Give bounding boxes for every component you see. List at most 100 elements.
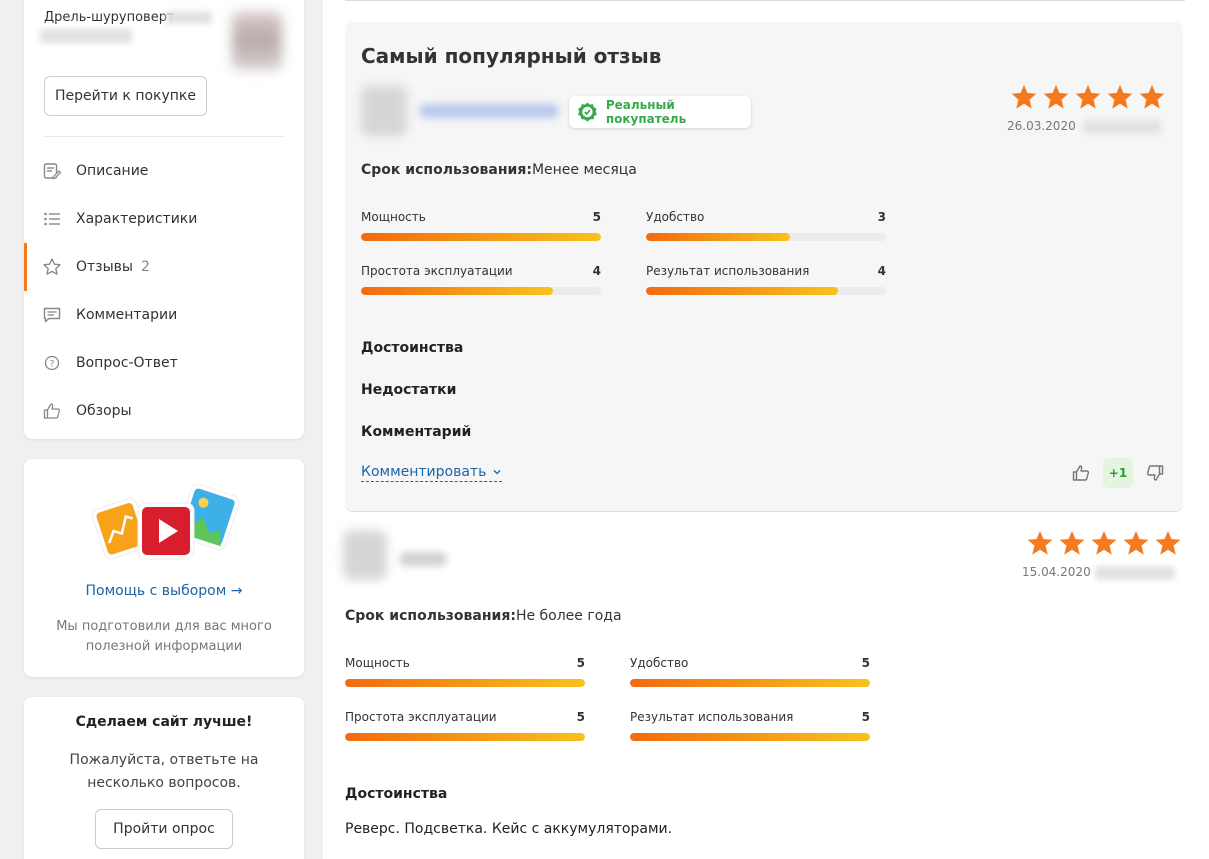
metric-bar-fill [345, 733, 585, 741]
popular-review-title: Самый популярный отзыв [361, 44, 662, 68]
nav-label: Отзывы [76, 259, 133, 275]
metric-label: Простота эксплуатации [345, 710, 497, 724]
comment-icon [42, 305, 62, 325]
product-nav-card: Дрель-шуруповерт Перейти к покупке Описа… [24, 0, 304, 439]
comment-link-label: Комментировать [361, 464, 487, 480]
help-description: Мы подготовили для вас много полезной ин… [56, 619, 272, 654]
survey-card: Сделаем сайт лучше! Пожалуйста, ответьте… [24, 697, 304, 859]
rating-stars [1010, 84, 1166, 110]
pros-title: Достоинства [345, 786, 448, 802]
metric-bar-fill [361, 287, 553, 295]
star-icon [1027, 530, 1053, 555]
usage-value: Не более года [515, 608, 622, 624]
nav-item-specs[interactable]: Характеристики [24, 195, 304, 243]
metric-label: Мощность [361, 210, 426, 224]
pros-title: Достоинства [361, 340, 464, 356]
star-icon [1043, 84, 1069, 109]
product-thumbnail [232, 12, 282, 70]
vote-controls: +1 [1069, 458, 1167, 488]
help-link[interactable]: Помощь с выбором → [24, 583, 304, 599]
rating-stars [1026, 530, 1182, 556]
review-date: 15.04.2020 [1022, 565, 1091, 579]
star-icon [1123, 530, 1149, 555]
product-model-blurred [40, 29, 132, 43]
take-survey-button[interactable]: Пройти опрос [95, 809, 233, 849]
nav-item-overviews[interactable]: Обзоры [24, 387, 304, 435]
metric-label: Результат использования [646, 264, 810, 278]
popular-review-card: Самый популярный отзыв Реальный покупате… [345, 22, 1183, 512]
product-name: Дрель-шуруповерт [44, 10, 175, 25]
svg-text:?: ? [50, 359, 55, 369]
metric-bar [646, 233, 886, 241]
list-icon [42, 209, 62, 229]
reviews-count: 2 [140, 259, 150, 275]
metric-value: 5 [861, 710, 870, 724]
thumb-down-icon[interactable] [1143, 461, 1167, 485]
avatar [361, 86, 407, 136]
metric-label: Удобство [630, 656, 689, 670]
usage-label: Срок использования: [345, 608, 516, 624]
help-card: Помощь с выбором → Мы подготовили для ва… [24, 459, 304, 677]
metric-value: 3 [877, 210, 886, 224]
metric-bar-fill [646, 233, 790, 241]
city-blurred [1095, 566, 1175, 580]
cons-title: Недостатки [361, 382, 457, 398]
thumb-up-icon [42, 401, 62, 421]
product-name-blurred [166, 11, 212, 24]
author-name-blurred [419, 104, 559, 118]
metric-bar-fill [345, 679, 585, 687]
nav-label: Обзоры [76, 403, 132, 419]
metric-bar-fill [646, 287, 838, 295]
metric-value: 5 [592, 210, 601, 224]
metric-label: Мощность [345, 656, 410, 670]
metric-bar [361, 287, 601, 295]
usage-period: Срок использования:Менее месяца [361, 162, 637, 178]
nav-item-reviews[interactable]: Отзывы 2 [24, 243, 304, 291]
metric-value: 5 [576, 656, 585, 670]
review-date: 26.03.2020 [1007, 119, 1076, 133]
metric-bar [630, 733, 870, 741]
comment-title: Комментарий [361, 424, 472, 440]
author-name-blurred [399, 552, 447, 566]
star-outline-icon [42, 257, 62, 277]
metric-bar [345, 733, 585, 741]
metric-bar [345, 679, 585, 687]
thumb-up-icon[interactable] [1069, 461, 1093, 485]
verified-buyer-badge: Реальный покупатель [569, 96, 751, 128]
metric-value: 4 [877, 264, 886, 278]
metric-label: Результат использования [630, 710, 794, 724]
reviews-panel: Самый популярный отзыв Реальный покупате… [323, 0, 1209, 859]
survey-title: Сделаем сайт лучше! [75, 714, 253, 730]
metric-value: 5 [861, 656, 870, 670]
star-icon [1011, 84, 1037, 109]
star-icon [1091, 530, 1117, 555]
nav-label: Характеристики [76, 211, 198, 227]
star-icon [1139, 84, 1165, 109]
metric-value: 4 [592, 264, 601, 278]
star-icon [1075, 84, 1101, 109]
verified-label: Реальный покупатель [605, 98, 687, 126]
metric-label: Простота эксплуатации [361, 264, 513, 278]
question-icon: ? [42, 353, 62, 373]
nav-item-qa[interactable]: ? Вопрос-Ответ [24, 339, 304, 387]
usage-value: Менее месяца [531, 162, 637, 178]
metric-bar [361, 233, 601, 241]
star-icon [1059, 530, 1085, 555]
usage-period: Срок использования:Не более года [345, 608, 622, 624]
nav-item-description[interactable]: Описание [24, 147, 304, 195]
goto-purchase-button[interactable]: Перейти к покупке [44, 76, 207, 116]
edit-icon [42, 161, 62, 181]
metric-bar [630, 679, 870, 687]
city-blurred [1083, 120, 1161, 134]
metric-bar [646, 287, 886, 295]
chevron-down-icon [493, 470, 501, 475]
nav-label: Комментарии [76, 307, 178, 323]
comment-link[interactable]: Комментировать [361, 464, 503, 482]
star-icon [1107, 84, 1133, 109]
survey-text: Пожалуйста, ответьте на несколько вопрос… [69, 752, 259, 791]
vote-score: +1 [1103, 458, 1133, 488]
metric-label: Удобство [646, 210, 705, 224]
metric-bar-fill [361, 233, 601, 241]
star-icon [1155, 530, 1181, 555]
nav-item-comments[interactable]: Комментарии [24, 291, 304, 339]
